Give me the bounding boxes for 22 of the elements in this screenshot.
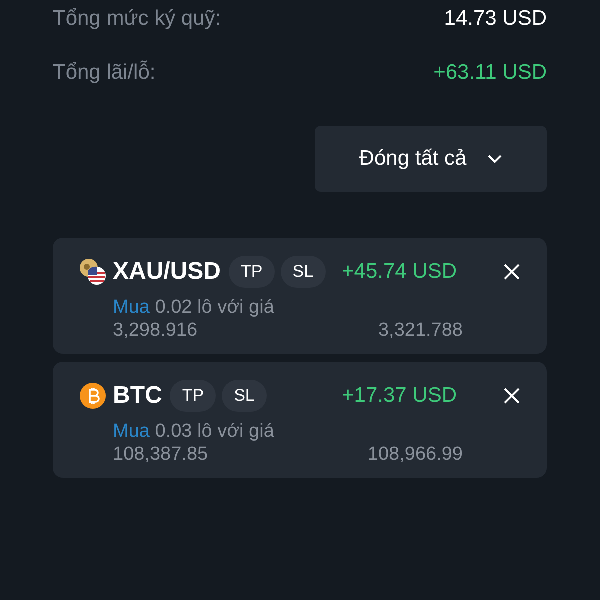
close-all-dropdown[interactable]: Đóng tất cả bbox=[315, 126, 547, 192]
bitcoin-icon bbox=[79, 382, 107, 410]
take-profit-button[interactable]: TP bbox=[170, 380, 216, 412]
close-icon[interactable] bbox=[503, 387, 521, 405]
current-price: 3,321.788 bbox=[378, 320, 463, 342]
summary-value: 14.73 USD bbox=[444, 6, 547, 32]
stop-loss-button[interactable]: SL bbox=[222, 380, 267, 412]
coin-flag-icon bbox=[79, 258, 107, 286]
take-profit-button[interactable]: TP bbox=[229, 256, 275, 288]
symbol: BTC bbox=[113, 382, 162, 410]
chevron-down-icon bbox=[486, 154, 503, 164]
stop-loss-button[interactable]: SL bbox=[280, 256, 326, 288]
profit-value: +45.74 USD bbox=[342, 260, 457, 284]
order-detail: Mua 0.02 lô với giá 3,298.916 bbox=[113, 296, 276, 342]
summary-label: Tổng lãi/lỗ: bbox=[53, 60, 156, 86]
summary-value: +63.11 USD bbox=[434, 60, 547, 86]
order-detail: Mua 0.03 lô với giá 108,387.85 bbox=[113, 420, 276, 466]
close-icon[interactable] bbox=[503, 263, 521, 281]
profit-value: +17.37 USD bbox=[342, 384, 457, 408]
symbol: XAU/USD bbox=[113, 258, 222, 286]
current-price: 108,966.99 bbox=[368, 444, 463, 466]
summary-label: Tổng mức ký quỹ: bbox=[53, 6, 222, 32]
